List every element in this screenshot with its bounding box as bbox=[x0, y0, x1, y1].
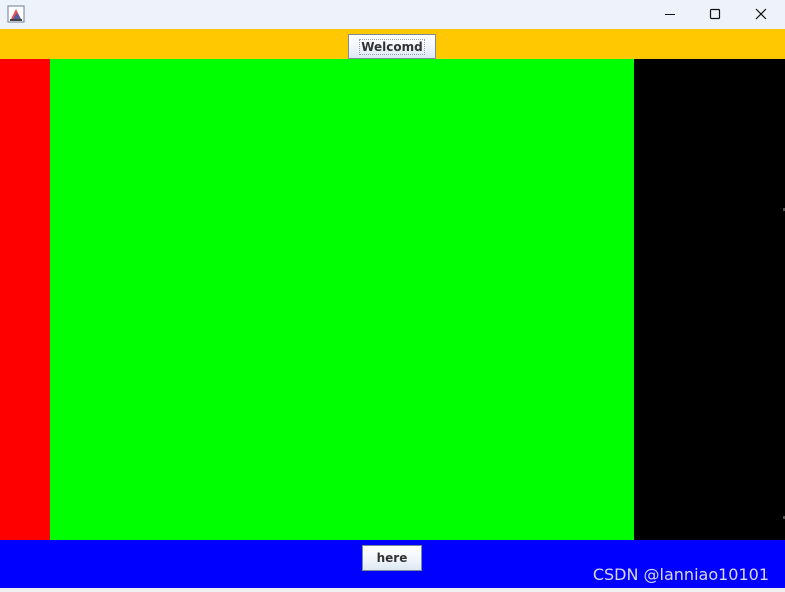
close-icon bbox=[755, 5, 767, 24]
here-button[interactable]: here bbox=[362, 545, 422, 571]
java-app-icon bbox=[7, 5, 25, 23]
window-bottom-edge bbox=[0, 588, 785, 592]
east-panel bbox=[634, 59, 785, 540]
csdn-watermark: CSDN @lanniao10101 bbox=[592, 565, 769, 584]
minimize-icon bbox=[664, 5, 676, 24]
close-button[interactable] bbox=[738, 0, 784, 29]
north-panel: Welcomd bbox=[0, 29, 785, 59]
welcome-button[interactable]: Welcomd bbox=[348, 34, 436, 59]
here-button-label: here bbox=[376, 551, 408, 565]
maximize-button[interactable] bbox=[692, 0, 738, 29]
center-panel bbox=[50, 59, 634, 540]
west-panel bbox=[0, 59, 50, 540]
minimize-button[interactable] bbox=[647, 0, 693, 29]
welcome-button-label: Welcomd bbox=[359, 38, 425, 55]
title-bar[interactable] bbox=[0, 0, 785, 29]
south-panel: here CSDN @lanniao10101 bbox=[0, 540, 785, 588]
maximize-icon bbox=[709, 5, 721, 24]
app-window: Welcomd here CSDN @lanniao10101 bbox=[0, 0, 785, 592]
